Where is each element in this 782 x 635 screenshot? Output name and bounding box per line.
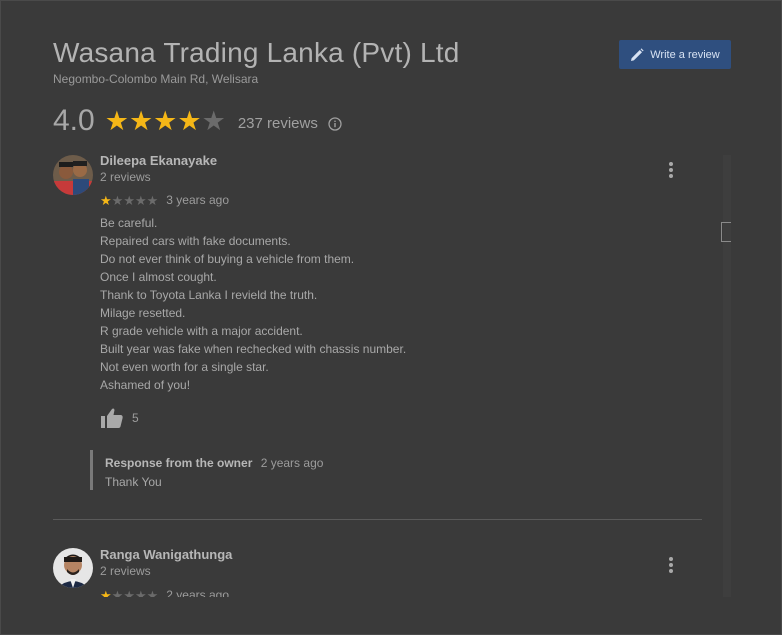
- avatar[interactable]: [53, 548, 93, 588]
- reviews-dialog: Wasana Trading Lanka (Pvt) Ltd Negombo-C…: [0, 0, 782, 635]
- review-stars: ★ ★ ★ ★ ★: [100, 194, 158, 207]
- review-line: Ashamed of you!: [100, 378, 191, 392]
- review-line: Built year was fake when rechecked with …: [100, 342, 407, 356]
- review-time: 3 years ago: [166, 193, 229, 207]
- like-button[interactable]: 5: [100, 407, 139, 429]
- star-filled-icon: ★: [177, 105, 202, 136]
- review-count: 237 reviews: [237, 114, 318, 132]
- write-review-label: Write a review: [650, 48, 720, 61]
- owner-response: Response from the owner 2 years ago Than…: [90, 450, 323, 490]
- reviewer-review-count[interactable]: 2 reviews: [100, 170, 151, 184]
- review-line: Be careful.: [100, 216, 158, 230]
- star-filled-icon: ★: [100, 587, 112, 598]
- star-empty-icon: ★: [134, 192, 147, 208]
- place-address: Negombo-Colombo Main Rd, Welisara: [53, 72, 259, 86]
- info-icon[interactable]: [328, 116, 342, 131]
- star-empty-icon: ★: [111, 192, 124, 208]
- review-line: Milage resetted.: [100, 306, 186, 320]
- reviewer-review-count[interactable]: 2 reviews: [100, 564, 151, 578]
- review-line: Do not ever think of buying a vehicle fr…: [100, 252, 355, 266]
- star-empty-icon: ★: [123, 192, 135, 208]
- more-options-icon[interactable]: [668, 556, 674, 574]
- thumbs-up-icon: [101, 408, 123, 428]
- reviewer-name[interactable]: Dileepa Ekanayake: [100, 155, 217, 168]
- write-review-button[interactable]: Write a review: [619, 40, 731, 69]
- review-line: Not even worth for a single star.: [100, 360, 269, 374]
- rating-value: 4.0: [53, 104, 95, 137]
- star-filled-icon: ★: [104, 105, 129, 136]
- star-filled-icon: ★: [153, 105, 178, 136]
- review-line: Once I almost cought.: [100, 270, 217, 284]
- place-title: Wasana Trading Lanka (Pvt) Ltd: [53, 37, 460, 68]
- review-rating: ★ ★ ★ ★ ★ 2 years ago: [100, 588, 229, 597]
- owner-response-label: Response from the owner: [105, 456, 253, 470]
- more-options-icon[interactable]: [668, 161, 674, 179]
- owner-response-text: Thank You: [105, 475, 162, 489]
- star-empty-icon: ★: [146, 192, 159, 208]
- like-count: 5: [132, 411, 139, 425]
- star-empty-icon: ★: [146, 587, 159, 598]
- owner-response-time: 2 years ago: [260, 456, 324, 470]
- star-empty-icon: ★: [111, 587, 124, 598]
- star-filled-icon: ★: [100, 192, 112, 208]
- divider: [53, 519, 702, 520]
- avatar[interactable]: [53, 155, 93, 195]
- star-empty-icon: ★: [134, 587, 147, 598]
- rating-summary: 4.0 ★ ★ ★ ★ ★ 237 reviews: [53, 101, 342, 141]
- rating-stars: ★ ★ ★ ★ ★: [104, 105, 226, 136]
- star-empty-icon: ★: [201, 105, 226, 136]
- reviewer-name[interactable]: Ranga Wanigathunga: [100, 547, 232, 562]
- review-line: Thank to Toyota Lanka I revield the trut…: [100, 288, 318, 302]
- review-line: Repaired cars with fake documents.: [100, 234, 291, 248]
- star-empty-icon: ★: [123, 587, 135, 598]
- star-filled-icon: ★: [128, 105, 154, 136]
- review-text: Be careful. Repaired cars with fake docu…: [100, 214, 406, 394]
- review-stars: ★ ★ ★ ★ ★: [100, 589, 158, 598]
- review-time: 2 years ago: [166, 588, 229, 597]
- review-rating: ★ ★ ★ ★ ★ 3 years ago: [100, 193, 229, 207]
- pencil-icon: [631, 47, 644, 61]
- review-line: R grade vehicle with a major accident.: [100, 324, 303, 338]
- reviews-list: Dileepa Ekanayake 2 reviews ★ ★ ★ ★ ★ 3 year…: [41, 155, 729, 597]
